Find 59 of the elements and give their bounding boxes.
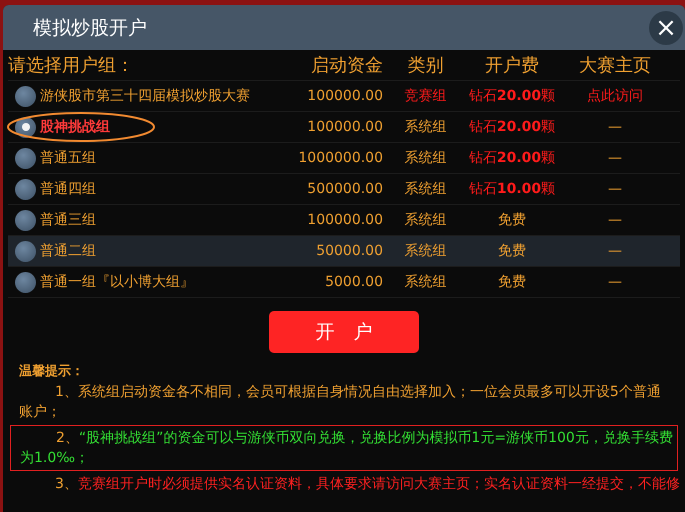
table-cell-text: 系统组 bbox=[404, 211, 448, 229]
column-header: 大赛主页 bbox=[578, 54, 652, 77]
group-name: 普通一组『以小博大组』 bbox=[40, 273, 194, 291]
table-cell-text: 免费 bbox=[497, 242, 527, 260]
table-cell: 钻石10.00颗 bbox=[468, 180, 556, 198]
table-cell-text: — bbox=[607, 274, 623, 290]
table-cell-text: 1000000.00 bbox=[297, 150, 383, 166]
close-button[interactable]: × bbox=[649, 10, 683, 44]
table-row[interactable]: 普通一组『以小博大组』 5000.00 系统组 免费 — bbox=[8, 267, 680, 298]
table-cell-text: — bbox=[607, 119, 623, 135]
column-header: 开户费 bbox=[484, 54, 540, 77]
table-row[interactable]: 游侠股市第三十四届模拟炒股大赛 100000.00 竞赛组 钻石20.00颗 点此访问 bbox=[8, 81, 680, 112]
radio-button[interactable] bbox=[15, 148, 36, 168]
radio-button[interactable] bbox=[15, 178, 36, 200]
visit-link[interactable]: 点此访问 bbox=[556, 87, 674, 105]
table-cell: 钻石20.00颗 bbox=[468, 87, 556, 105]
table-cell: 钻石20.00颗 bbox=[468, 118, 556, 136]
group-name: 普通三组 bbox=[40, 211, 96, 229]
table-cell-text: — bbox=[607, 181, 623, 197]
group-name: 普通四组 bbox=[40, 180, 96, 198]
group-name: 游侠股市第三十四届模拟炒股大赛 bbox=[40, 87, 250, 105]
table-cell-text: 系统组 bbox=[404, 273, 448, 291]
table-cell-text: 免费 bbox=[497, 273, 527, 291]
radio-button[interactable] bbox=[15, 210, 36, 230]
table-row[interactable]: 股神挑战组 100000.00 系统组 钻石20.00颗 — bbox=[8, 112, 680, 143]
table-cell-text: 竞赛组 bbox=[404, 87, 448, 105]
table-cell-text: 5000.00 bbox=[324, 274, 383, 290]
table-row[interactable]: 普通四组 500000.00 系统组 钻石10.00颗 — bbox=[8, 174, 680, 205]
note-text: 1、系统组启动资金各不相同，会员可根据自身情况自由选择加入；一位会员最多可以开设5个普通账户； bbox=[18, 383, 662, 422]
table-row[interactable]: 普通二组 50000.00 系统组 免费 — bbox=[8, 236, 680, 267]
group-name: 普通五组 bbox=[40, 149, 96, 167]
table-cell-text: 100000.00 bbox=[306, 212, 383, 228]
table-cell-text: 系统组 bbox=[404, 149, 448, 167]
radio-button[interactable] bbox=[15, 240, 36, 262]
table-cell-text: 系统组 bbox=[404, 180, 448, 198]
note-text: 3、竞赛组开户时必须提供实名认证资料，具体要求请访问大赛主页；实名认证资料一经提交，不能修 bbox=[54, 475, 678, 494]
table-cell-text: 500000.00 bbox=[306, 181, 383, 197]
dialog-title: 模拟炒股开户 bbox=[33, 16, 147, 40]
table-row[interactable]: 普通五组 1000000.00 系统组 钻石20.00颗 — bbox=[8, 143, 680, 174]
table-cell-text: — bbox=[607, 243, 623, 259]
table-cell-text: 系统组 bbox=[404, 242, 448, 260]
table-cell-text: 50000.00 bbox=[315, 243, 383, 259]
radio-button[interactable] bbox=[15, 272, 36, 292]
table-cell-text: 100000.00 bbox=[306, 119, 383, 135]
table-cell-text: — bbox=[607, 150, 623, 166]
column-header: 请选择用户组： bbox=[8, 54, 135, 77]
column-header: 启动资金 bbox=[310, 54, 383, 77]
group-name: 普通二组 bbox=[40, 242, 96, 260]
table-cell-text: 100000.00 bbox=[306, 88, 383, 104]
open-account-button[interactable]: 开 户 bbox=[269, 311, 419, 353]
radio-button[interactable] bbox=[15, 86, 36, 106]
table-cell-text: 系统组 bbox=[404, 118, 448, 136]
column-header: 类别 bbox=[406, 54, 444, 77]
group-name: 股神挑战组 bbox=[40, 118, 110, 136]
table-cell-text: 免费 bbox=[497, 211, 527, 229]
table-cell: 钻石20.00颗 bbox=[468, 149, 556, 167]
boxed-note: 2、“股神挑战组”的资金可以与游侠币双向兑换，兑换比例为模拟币1元=游侠币100元，兑换手续费为1.0‰； bbox=[10, 425, 678, 471]
table-cell-text: — bbox=[607, 212, 623, 228]
notes-heading: 温馨提示： bbox=[18, 363, 85, 381]
